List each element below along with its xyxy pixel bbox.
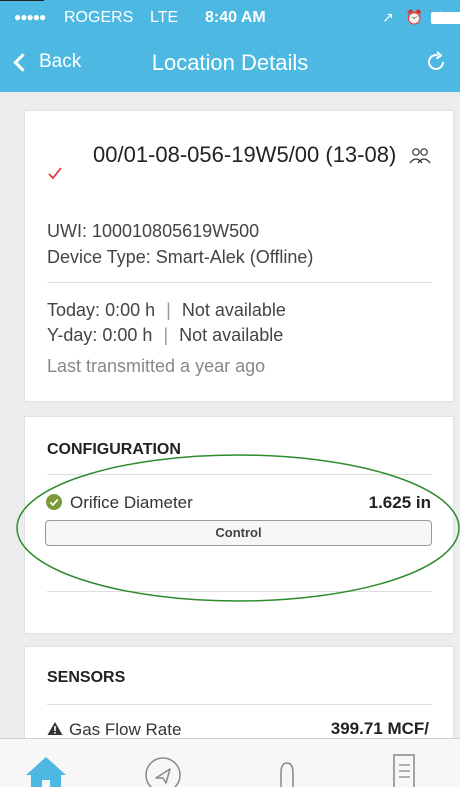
- home-icon: [26, 757, 66, 787]
- list-icon: [393, 754, 415, 787]
- navigation-icon: [145, 757, 181, 787]
- checkmark-icon: [48, 167, 62, 180]
- warning-icon: [47, 722, 63, 735]
- yday-hours: 0:00 h: [102, 325, 153, 345]
- carrier-name: ROGERS: [64, 9, 134, 26]
- top-bar: ●●●●● ROGERS LTE 8:40 AM ↗ ⏰ ✱ Back Loca…: [0, 0, 460, 92]
- check-circle-icon: [46, 494, 62, 510]
- divider: [47, 591, 432, 592]
- edge-line: [0, 0, 44, 1]
- status-bar: ●●●●● ROGERS LTE 8:40 AM ↗ ⏰ ✱: [0, 0, 460, 36]
- people-icon: [409, 148, 431, 164]
- location-card: 00/01-08-056-19W5/00 (13-08) UWI: 100010…: [24, 110, 454, 402]
- configuration-title: CONFIGURATION: [47, 441, 181, 458]
- separator: |: [166, 300, 171, 320]
- divider: [47, 474, 432, 475]
- status-time: 8:40 AM: [205, 9, 266, 26]
- tab-bar: [0, 738, 460, 787]
- sensor-item-label: Gas Flow Rate: [69, 720, 182, 739]
- divider: [47, 704, 432, 705]
- location-name: 00/01-08-056-19W5/00 (13-08): [93, 137, 433, 173]
- uwi-text: UWI: 100010805619W500: [47, 221, 260, 241]
- refresh-icon: [428, 51, 444, 70]
- yday-row: Y-day: 0:00 h | Not available: [47, 325, 283, 346]
- yday-label: Y-day:: [47, 325, 98, 345]
- tab-navigate[interactable]: [138, 739, 230, 787]
- today-row: Today: 0:00 h | Not available: [47, 300, 286, 321]
- last-transmitted-text: Last transmitted a year ago: [47, 356, 266, 376]
- today-status: Not available: [181, 300, 286, 320]
- tab-list[interactable]: [380, 739, 460, 787]
- configuration-card: CONFIGURATION Orifice Diameter 1.625 in …: [24, 416, 454, 634]
- tab-home[interactable]: [21, 739, 113, 787]
- route-icon: [280, 762, 294, 787]
- signal-strength: ●●●●●: [14, 10, 46, 24]
- yday-status: Not available: [179, 325, 284, 345]
- nav-bar: Back Location Details: [0, 36, 460, 92]
- control-button[interactable]: Control: [45, 520, 432, 546]
- today-hours: 0:00 h: [105, 300, 156, 320]
- sensors-title: SENSORS: [47, 669, 126, 686]
- page-title: Location Details: [151, 50, 309, 75]
- device-type-text: Device Type: Smart-Alek (Offline): [47, 247, 314, 267]
- tab-route[interactable]: [262, 739, 354, 787]
- sensor-item-value: 399.71 MCF/: [330, 719, 429, 738]
- location-name-text: 00/01-08-056-19W5/00 (13-08): [93, 142, 397, 167]
- today-label: Today:: [47, 300, 101, 320]
- separator: |: [163, 325, 169, 345]
- divider: [47, 282, 432, 283]
- refresh-button[interactable]: [424, 50, 448, 74]
- config-item-value: 1.625 in: [368, 493, 431, 512]
- battery-icon: [431, 12, 460, 24]
- network-type: LTE: [150, 9, 179, 26]
- config-item-label: Orifice Diameter: [70, 493, 193, 512]
